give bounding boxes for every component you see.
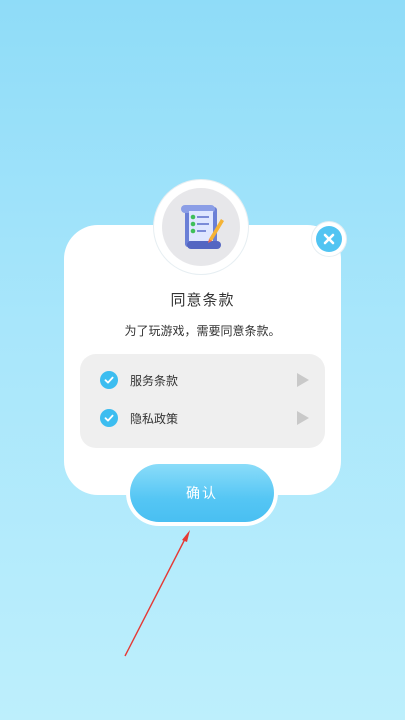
checkbox-checked-icon[interactable] — [100, 371, 118, 389]
terms-item-label: 服务条款 — [130, 373, 179, 388]
terms-item-label: 隐私政策 — [130, 411, 179, 426]
dialog-subtitle: 为了玩游戏，需要同意条款。 — [124, 324, 281, 338]
confirm-button[interactable]: 确认 — [130, 464, 274, 522]
scroll-document-icon — [162, 188, 240, 266]
terms-item-privacy[interactable]: 隐私政策 — [80, 400, 325, 436]
confirm-button-outline: 确认 — [126, 460, 278, 526]
dialog-title: 同意条款 — [170, 291, 235, 309]
checkbox-checked-icon[interactable] — [100, 409, 118, 427]
terms-list: 服务条款 隐私政策 — [80, 354, 325, 448]
play-arrow-icon[interactable] — [297, 373, 309, 387]
terms-item-service[interactable]: 服务条款 — [80, 362, 325, 398]
play-arrow-icon[interactable] — [297, 411, 309, 425]
dialog-badge — [154, 180, 248, 274]
close-button[interactable] — [312, 222, 346, 256]
close-icon — [316, 226, 342, 252]
